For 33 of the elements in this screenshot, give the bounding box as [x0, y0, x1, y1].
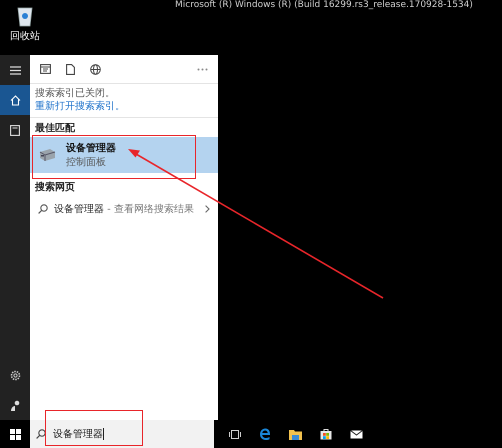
index-notice: 搜索索引已关闭。 — [35, 87, 116, 100]
globe-icon[interactable] — [90, 64, 101, 74]
windows-logo-icon — [10, 428, 20, 440]
document-filter-icon[interactable] — [66, 64, 75, 74]
apps-filter-icon[interactable] — [40, 64, 51, 74]
more-icon[interactable] — [197, 68, 208, 70]
envelope-icon[interactable] — [350, 430, 363, 438]
build-watermark-text: Microsoft (R) Windows (R) (Build 16299.rs3_release.170928-1534) — [175, 0, 473, 10]
taskbar-search-field[interactable]: 设备管理器 — [30, 420, 214, 448]
best-match-result[interactable]: 设备管理器 控制面板 — [30, 137, 218, 173]
user-icon — [10, 400, 20, 410]
browser-e-icon[interactable] — [259, 428, 271, 440]
search-icon — [36, 429, 46, 439]
result-title: 设备管理器 — [66, 142, 116, 155]
result-subtitle: 控制面板 — [66, 156, 107, 169]
search-icon — [38, 204, 48, 214]
web-search-result[interactable]: 设备管理器 - 查看网络搜索结果 — [30, 196, 218, 222]
task-view-icon[interactable] — [229, 430, 241, 438]
rail-item[interactable] — [0, 85, 30, 115]
reopen-index-link[interactable]: 重新打开搜索索引。 — [35, 100, 213, 113]
recycle-bin-label: 回收站 — [10, 30, 40, 43]
recycle-bin-icon[interactable] — [15, 5, 35, 27]
web-result-text: 设备管理器 - 查看网络搜索结果 — [54, 202, 194, 216]
settings-icon — [10, 370, 20, 380]
shopping-bag-icon[interactable] — [320, 428, 332, 440]
document-icon — [10, 124, 20, 136]
home-icon — [10, 94, 20, 106]
folder-icon[interactable] — [289, 428, 302, 440]
menu-icon — [10, 66, 20, 74]
device-manager-icon — [38, 147, 56, 163]
web-search-heading: 搜索网页 — [34, 180, 76, 195]
chevron-right-icon — [205, 205, 210, 213]
best-match-heading: 最佳匹配 — [34, 122, 76, 136]
